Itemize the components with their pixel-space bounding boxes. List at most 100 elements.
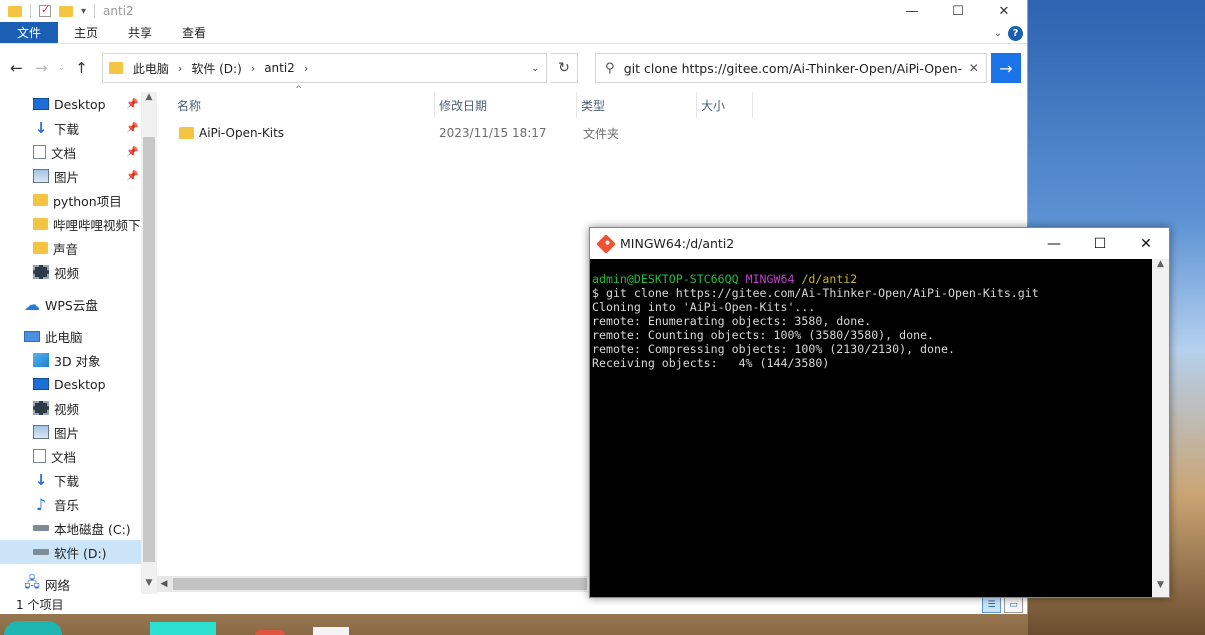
scroll-up-icon[interactable]: ▲ <box>1152 259 1169 276</box>
nav-item-label: 图片 <box>54 169 80 185</box>
breadcrumb-separator-icon[interactable]: › <box>304 62 308 75</box>
taskbar-app-icon[interactable] <box>313 627 349 635</box>
address-history-chevron-icon[interactable]: ⌄ <box>524 63 546 74</box>
minimize-button[interactable]: — <box>1031 228 1077 259</box>
nav-item-desktop[interactable]: Desktop 📌 <box>0 92 157 116</box>
column-header-name[interactable]: 名称 <box>173 92 435 118</box>
taskbar-app-icon[interactable] <box>255 630 285 635</box>
nav-item-3d-objects[interactable]: 3D 对象 <box>0 348 157 372</box>
nav-item-python-project[interactable]: python项目 <box>0 188 157 212</box>
scroll-up-icon[interactable]: ▲ <box>141 92 157 108</box>
nav-item-bilibili-downloads[interactable]: 哔哩哔哩视频下载 <box>0 212 157 236</box>
column-header-size[interactable]: 大小 <box>697 92 753 118</box>
scroll-left-icon[interactable]: ◀ <box>157 579 171 589</box>
back-arrow-icon[interactable]: ← <box>6 59 27 77</box>
customize-toolbar-chevron-icon[interactable]: ▾ <box>81 6 86 17</box>
window-title: anti2 <box>103 4 134 18</box>
address-bar[interactable]: 此电脑 › 软件 (D:) › anti2 › ⌄ <box>101 53 548 83</box>
nav-item-pc-videos[interactable]: 视频 <box>0 396 157 420</box>
divider <box>30 4 31 18</box>
expand-ribbon-chevron-icon[interactable]: ⌄ <box>994 28 1002 39</box>
desktop-icon <box>33 378 49 390</box>
close-button[interactable]: ✕ <box>981 0 1027 22</box>
horizontal-scrollbar[interactable]: ◀ <box>157 576 587 592</box>
scroll-down-icon[interactable]: ▼ <box>1152 580 1169 597</box>
clear-search-icon[interactable]: ✕ <box>962 61 986 75</box>
drive-icon <box>33 525 49 531</box>
nav-item-label: 声音 <box>53 241 79 257</box>
taskbar-app-icon[interactable] <box>150 622 216 635</box>
tab-share[interactable]: 共享 <box>114 22 166 43</box>
nav-item-documents[interactable]: 文档 📌 <box>0 140 157 164</box>
scrollbar-thumb[interactable] <box>143 137 155 562</box>
tab-file[interactable]: 文件 <box>0 22 58 43</box>
nav-item-pc-documents[interactable]: 文档 <box>0 444 157 468</box>
tab-view[interactable]: 查看 <box>168 22 220 43</box>
nav-item-this-pc[interactable]: 此电脑 <box>0 324 157 348</box>
close-button[interactable]: ✕ <box>1123 228 1169 259</box>
recent-locations-chevron-icon[interactable]: ⌄ <box>56 63 67 73</box>
folder-icon <box>33 194 48 206</box>
nav-item-videos[interactable]: 视频 <box>0 260 157 284</box>
navigation-bar: ← → ⌄ ↑ 此电脑 › 软件 (D:) › anti2 › ⌄ ↻ ⚲ gi… <box>0 44 1027 92</box>
search-input[interactable]: git clone https://gitee.com/Ai-Thinker-O… <box>624 61 962 76</box>
search-box[interactable]: ⚲ git clone https://gitee.com/Ai-Thinker… <box>594 53 987 83</box>
terminal-title: MINGW64:/d/anti2 <box>620 236 735 251</box>
computer-icon <box>24 330 40 342</box>
divider <box>94 4 96 18</box>
breadcrumb-separator-icon[interactable]: › <box>251 62 255 75</box>
terminal-scrollbar[interactable]: ▲ ▼ <box>1152 259 1169 597</box>
nav-scrollbar[interactable]: ▲ ▼ <box>141 92 157 594</box>
properties-check-icon[interactable] <box>39 3 51 17</box>
tab-home[interactable]: 主页 <box>60 22 112 43</box>
terminal-title-bar: MINGW64:/d/anti2 — ☐ ✕ <box>590 228 1169 259</box>
forward-arrow-icon[interactable]: → <box>31 59 52 77</box>
download-icon: ↓ <box>34 119 48 137</box>
nav-item-label: 网络 <box>45 577 71 593</box>
nav-item-pc-downloads[interactable]: ↓ 下载 <box>0 468 157 492</box>
video-icon <box>33 265 49 279</box>
new-folder-icon[interactable] <box>59 5 73 17</box>
details-view-icon[interactable]: ☰ <box>982 597 1001 613</box>
up-arrow-icon[interactable]: ↑ <box>71 59 92 77</box>
search-go-button[interactable]: → <box>990 53 1022 83</box>
column-header-type[interactable]: 类型 <box>577 92 697 118</box>
nav-item-pc-music[interactable]: ♪ 音乐 <box>0 492 157 516</box>
nav-item-pc-pictures[interactable]: 图片 <box>0 420 157 444</box>
nav-item-label: 视频 <box>54 265 80 281</box>
column-header-modified[interactable]: 修改日期 <box>435 92 577 118</box>
help-icon[interactable]: ? <box>1008 25 1023 41</box>
breadcrumb-this-pc[interactable]: 此电脑 <box>133 60 169 77</box>
nav-item-wps-cloud[interactable]: ☁ WPS云盘 <box>0 292 157 316</box>
breadcrumb-separator-icon[interactable]: › <box>178 62 182 75</box>
nav-item-pc-desktop[interactable]: Desktop <box>0 372 157 396</box>
minimize-button[interactable]: — <box>889 0 935 22</box>
nav-item-label: WPS云盘 <box>45 297 98 313</box>
large-icons-view-icon[interactable]: ▭ <box>1004 597 1023 613</box>
breadcrumb-drive-d[interactable]: 软件 (D:) <box>191 60 241 77</box>
scroll-down-icon[interactable]: ▼ <box>141 578 157 594</box>
nav-item-pictures[interactable]: 图片 📌 <box>0 164 157 188</box>
terminal-output[interactable]: admin@DESKTOP-STC66QQ MINGW64 /d/anti2 $… <box>590 259 1152 597</box>
taskbar-peek <box>0 621 1205 635</box>
scrollbar-thumb[interactable] <box>173 578 587 590</box>
document-icon <box>33 145 46 159</box>
column-headers: ^ 名称 修改日期 类型 大小 <box>157 85 1027 118</box>
nav-item-label: 软件 (D:) <box>54 545 107 561</box>
search-icon: ⚲ <box>604 60 615 76</box>
refresh-icon[interactable]: ↻ <box>551 53 578 83</box>
nav-item-network[interactable]: 🖧 网络 <box>0 572 157 596</box>
nav-item-sound[interactable]: 声音 <box>0 236 157 260</box>
navigation-pane: Desktop 📌 ↓ 下载 📌 文档 📌 图片 📌 python项目 哔哩哔哩视频下载 … <box>0 92 157 594</box>
nav-item-drive-d[interactable]: 软件 (D:) <box>0 540 157 564</box>
nav-item-label: 视频 <box>54 401 80 417</box>
nav-item-downloads[interactable]: ↓ 下载 📌 <box>0 116 157 140</box>
nav-item-drive-c[interactable]: 本地磁盘 (C:) <box>0 516 157 540</box>
maximize-button[interactable]: ☐ <box>1077 228 1123 259</box>
maximize-button[interactable]: ☐ <box>935 0 981 22</box>
taskbar-app-icon[interactable] <box>4 621 62 635</box>
breadcrumb-anti2[interactable]: anti2 <box>264 61 295 75</box>
nav-item-label: 本地磁盘 (C:) <box>54 521 131 537</box>
folder-icon[interactable] <box>8 5 22 17</box>
file-row[interactable]: AiPi-Open-Kits 2023/11/15 18:17 文件夹 <box>173 122 753 144</box>
